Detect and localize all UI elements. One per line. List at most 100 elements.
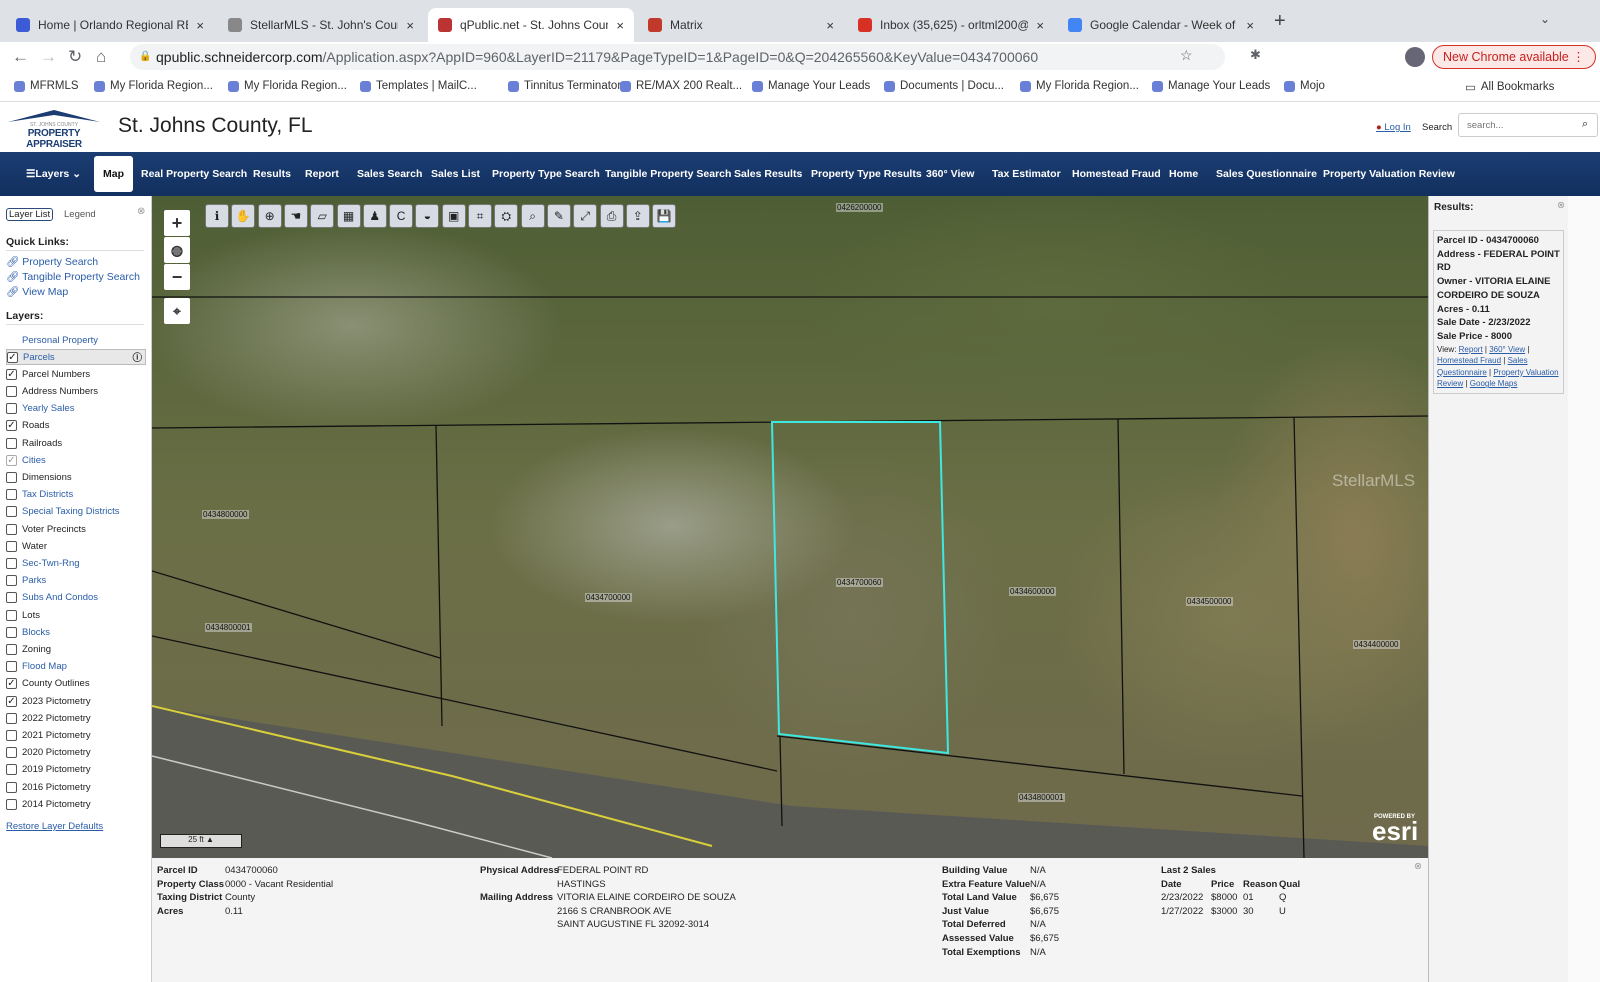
login-link[interactable]: ● Log In: [1376, 122, 1411, 133]
bookmark-item[interactable]: My Florida Region...: [228, 80, 347, 92]
tab-layer-list[interactable]: Layer List: [6, 208, 54, 221]
search-icon[interactable]: ⌕: [1582, 118, 1588, 131]
url-input[interactable]: 🔒 qpublic.schneidercorp.com/Application.a…: [130, 44, 1225, 70]
result-card[interactable]: Parcel ID - 0434700060 Address - FEDERAL…: [1433, 230, 1564, 394]
layer-checkbox[interactable]: [6, 609, 17, 621]
browser-tab[interactable]: Home | Orlando Regional REAL ×: [6, 8, 214, 42]
browser-tab[interactable]: StellarMLS - St. John's County ×: [218, 8, 424, 42]
layer-item[interactable]: 2019 Pictometry: [6, 762, 91, 778]
browser-tab[interactable]: Matrix ×: [638, 8, 844, 42]
layer-checkbox[interactable]: [6, 643, 17, 655]
layer-item[interactable]: Sec-Twn-Rng: [6, 555, 80, 571]
pan-tool-icon[interactable]: ✋: [231, 204, 256, 228]
photo-tool-icon[interactable]: ▣: [441, 204, 466, 228]
quick-link[interactable]: 🔗︎ View Map: [6, 285, 150, 300]
layer-item[interactable]: Voter Precincts: [6, 521, 86, 537]
reload-icon[interactable]: ↻: [68, 47, 82, 67]
nav-tangible-property-search[interactable]: Tangible Property Search: [605, 152, 731, 196]
bookmark-item[interactable]: Documents | Docu...: [884, 80, 1004, 92]
layer-item[interactable]: ✓ Parcels ⓘ: [6, 349, 146, 365]
layer-checkbox[interactable]: [6, 489, 17, 501]
buffer-tool-icon[interactable]: ⛭: [494, 204, 519, 228]
layer-item[interactable]: 2016 Pictometry: [6, 779, 91, 795]
quick-link[interactable]: 🔗︎ Tangible Property Search: [6, 270, 150, 285]
forward-icon[interactable]: →: [40, 47, 57, 67]
layer-checkbox[interactable]: [6, 403, 17, 415]
nav-property-type-results[interactable]: Property Type Results: [811, 152, 922, 196]
map-viewer[interactable]: 0426200000 0434800000 0434700000 0434700060…: [152, 196, 1428, 858]
close-tab-icon[interactable]: ×: [1036, 18, 1044, 33]
new-chrome-available-button[interactable]: New Chrome available ⋮: [1432, 45, 1596, 69]
all-bookmarks[interactable]: ▭ All Bookmarks: [1465, 80, 1554, 94]
layer-checkbox[interactable]: [6, 540, 17, 552]
close-tab-icon[interactable]: ×: [406, 18, 414, 33]
info-icon[interactable]: ⓘ: [132, 350, 142, 364]
zoom-in-box-tool-icon[interactable]: ⊕: [257, 204, 282, 228]
result-link[interactable]: Homestead Fraud: [1437, 356, 1501, 365]
back-icon[interactable]: ←: [12, 47, 29, 67]
browser-tab[interactable]: Inbox (35,625) - orltml200@gr ×: [848, 8, 1054, 42]
layer-item[interactable]: Zoning: [6, 641, 51, 657]
layer-item[interactable]: Blocks: [6, 624, 50, 640]
result-link[interactable]: 360° View: [1489, 345, 1525, 354]
street-view-tool-icon[interactable]: ♟: [362, 204, 387, 228]
bookmark-item[interactable]: RE/MAX 200 Realt...: [620, 80, 742, 92]
locate-icon[interactable]: ⌖: [164, 298, 190, 324]
close-results-icon[interactable]: ⊗: [1557, 200, 1565, 211]
profile-avatar[interactable]: [1405, 47, 1425, 67]
layer-checkbox[interactable]: ✓: [6, 368, 17, 380]
nav-property-type-search[interactable]: Property Type Search: [492, 152, 600, 196]
layer-item[interactable]: Water: [6, 538, 47, 554]
hand-tool-icon[interactable]: ☚: [283, 204, 308, 228]
layer-checkbox[interactable]: [6, 798, 17, 810]
layer-checkbox[interactable]: ✓: [6, 454, 17, 466]
layer-checkbox[interactable]: [6, 764, 17, 776]
layer-item[interactable]: ✓ Parcel Numbers: [6, 366, 90, 382]
layer-item[interactable]: ✓ Cities: [6, 452, 46, 468]
site-search-input[interactable]: [1458, 113, 1598, 137]
close-tab-icon[interactable]: ×: [616, 18, 624, 33]
layer-checkbox[interactable]: [6, 385, 17, 397]
nav-sales-list[interactable]: Sales List: [431, 152, 480, 196]
layer-checkbox[interactable]: [6, 523, 17, 535]
layer-item[interactable]: 2021 Pictometry: [6, 727, 91, 743]
nav-sales-search[interactable]: Sales Search: [357, 152, 422, 196]
nav-layers[interactable]: ☰Layers ⌄: [26, 152, 81, 196]
bookmark-item[interactable]: MFRMLS: [14, 80, 79, 92]
nav-map[interactable]: Map: [94, 156, 133, 192]
layer-checkbox[interactable]: [6, 506, 17, 518]
layer-item[interactable]: Special Taxing Districts: [6, 504, 120, 520]
full-extent-tool-icon[interactable]: ⤢: [573, 204, 598, 228]
browser-tab[interactable]: qPublic.net - St. Johns County ×: [428, 8, 634, 42]
result-link[interactable]: Report: [1459, 345, 1483, 354]
export-tool-icon[interactable]: ⇪: [625, 204, 650, 228]
bookmark-item[interactable]: Templates | MailC...: [360, 80, 477, 92]
close-info-icon[interactable]: ⊗: [1414, 861, 1422, 872]
layer-item[interactable]: Parks: [6, 573, 46, 589]
layer-item[interactable]: 2014 Pictometry: [6, 796, 91, 812]
home-icon[interactable]: ⌂: [96, 47, 106, 67]
page-scrollbar[interactable]: [1568, 196, 1600, 982]
layer-item[interactable]: 2022 Pictometry: [6, 710, 91, 726]
layer-item[interactable]: Yearly Sales: [6, 401, 74, 417]
eraser-tool-icon[interactable]: ▱: [310, 204, 335, 228]
draw-tool-icon[interactable]: ✎: [546, 204, 571, 228]
layer-personal-property[interactable]: Personal Property: [22, 332, 98, 348]
nav-property-valuation-review[interactable]: Property Valuation Review: [1323, 152, 1455, 196]
close-tab-icon[interactable]: ×: [1246, 18, 1254, 33]
layers-tool-icon[interactable]: ◒: [415, 204, 440, 228]
layer-checkbox[interactable]: [6, 557, 17, 569]
close-tab-icon[interactable]: ×: [196, 18, 204, 33]
tab-search-chevron-icon[interactable]: ⌄: [1540, 12, 1550, 26]
layer-checkbox[interactable]: [6, 729, 17, 741]
layer-checkbox[interactable]: [6, 626, 17, 638]
layer-item[interactable]: 2020 Pictometry: [6, 745, 91, 761]
tab-legend[interactable]: Legend: [64, 209, 96, 220]
layer-checkbox[interactable]: [6, 747, 17, 759]
layer-item[interactable]: Tax Districts: [6, 487, 73, 503]
browser-tab[interactable]: Google Calendar - Week of Oc ×: [1058, 8, 1264, 42]
measure-tool-icon[interactable]: ⌗: [468, 204, 492, 228]
nav-sales-results[interactable]: Sales Results: [734, 152, 802, 196]
search-zoom-tool-icon[interactable]: ⌕: [520, 204, 545, 228]
nav-tax-estimator[interactable]: Tax Estimator: [992, 152, 1061, 196]
